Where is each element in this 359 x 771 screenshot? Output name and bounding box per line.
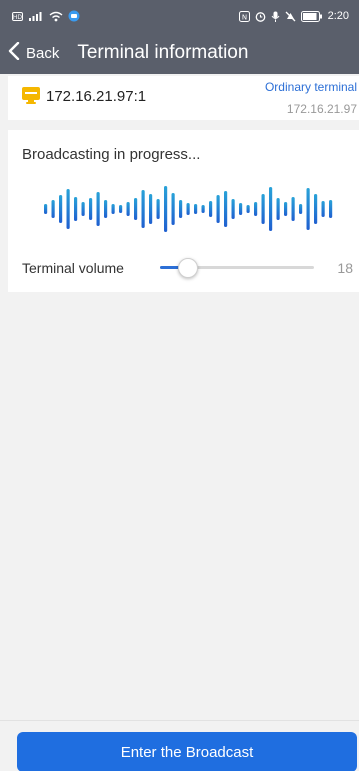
volume-slider[interactable] <box>160 258 314 278</box>
volume-label: Terminal volume <box>22 260 124 276</box>
chevron-left-icon <box>8 41 20 65</box>
monitor-icon <box>22 86 40 109</box>
wifi-icon <box>49 11 63 22</box>
hd-icon: HD <box>12 11 23 21</box>
bottom-bar: Enter the Broadcast <box>0 720 359 771</box>
svg-text:N: N <box>241 13 246 21</box>
alarm-icon <box>255 11 266 22</box>
enter-broadcast-button[interactable]: Enter the Broadcast <box>17 732 357 771</box>
signal-icon <box>28 11 44 21</box>
battery-icon <box>300 10 323 22</box>
audio-waveform-icon <box>44 186 333 232</box>
broadcast-status: Broadcasting in progress... <box>22 146 201 163</box>
broadcast-card: Broadcasting in progress... Terminal vol… <box>8 130 359 292</box>
status-right-icons: N 2:20 <box>238 10 349 22</box>
status-time: 2:20 <box>327 10 349 22</box>
terminal-ip: 172.16.21.97 <box>286 102 357 116</box>
status-bar: HD N 2:20 <box>0 0 359 32</box>
volume-value: 18 <box>337 260 353 276</box>
page-title: Terminal information <box>77 42 249 63</box>
back-button[interactable]: Back <box>8 41 60 65</box>
nfc-icon: N <box>238 10 250 22</box>
svg-text:HD: HD <box>13 14 23 21</box>
mute-icon <box>285 11 296 22</box>
back-label: Back <box>26 44 60 62</box>
slider-thumb[interactable] <box>178 258 198 278</box>
mic-icon <box>271 11 280 22</box>
app-header: HD N 2:20 Back Terminal information <box>0 0 359 74</box>
terminal-card[interactable]: 172.16.21.97:1 Ordinary terminal 172.16.… <box>8 76 359 120</box>
terminal-type: Ordinary terminal <box>264 80 357 94</box>
status-left-icons: HD <box>12 10 80 22</box>
terminal-ip-port: 172.16.21.97:1 <box>46 88 147 105</box>
nav-bar: Back Terminal information <box>0 32 359 74</box>
app-notification-icon <box>68 10 80 22</box>
